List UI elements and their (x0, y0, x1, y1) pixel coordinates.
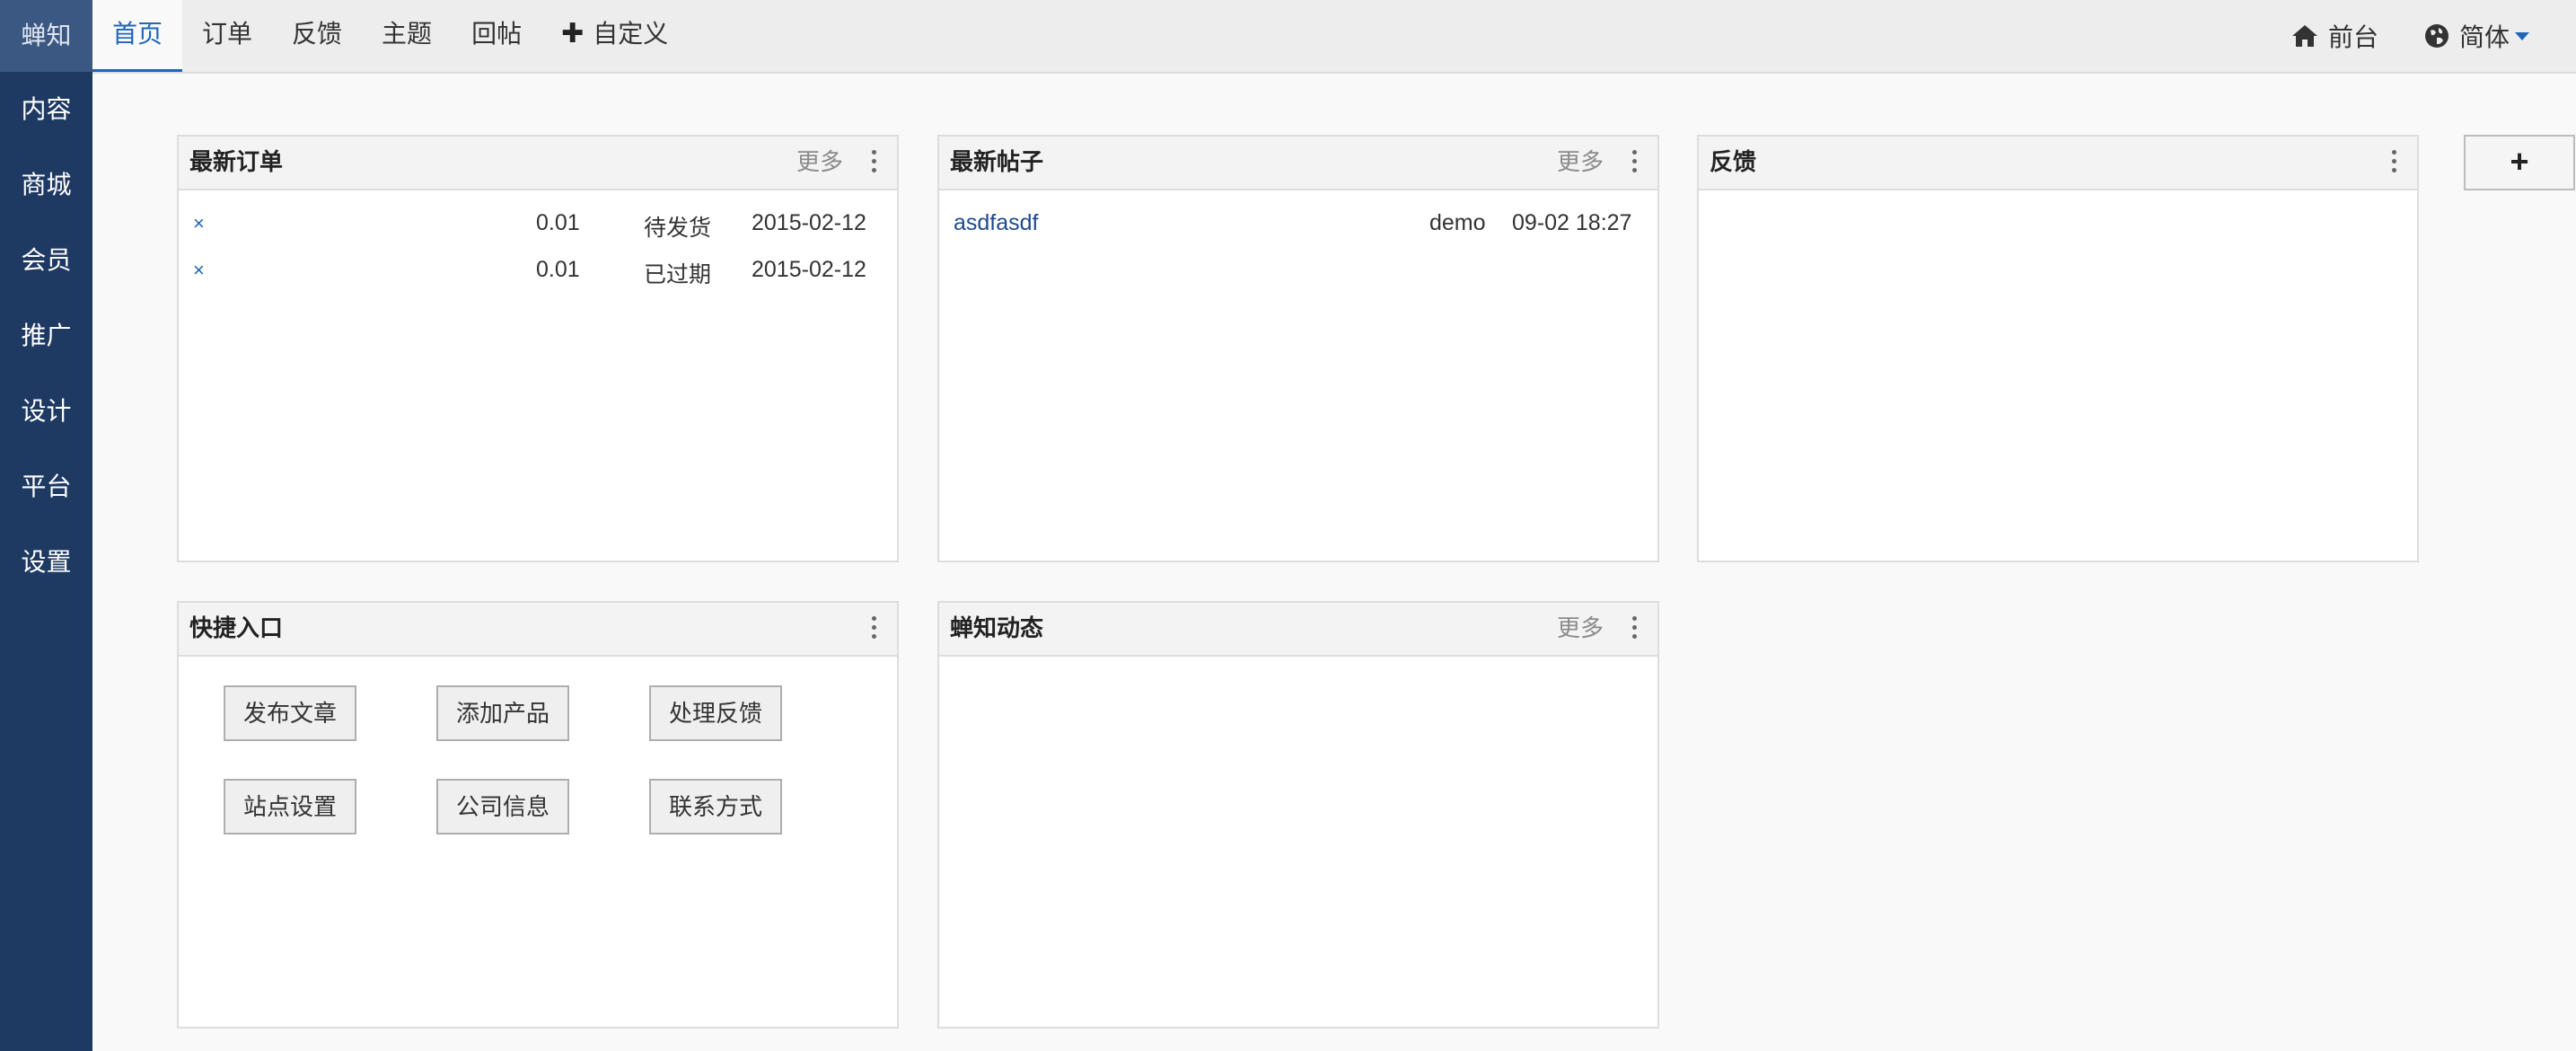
panel-header: 蝉知动态 更多 (939, 603, 1657, 657)
order-date: 2015-02-12 (752, 257, 866, 282)
home-icon (2291, 25, 2317, 47)
plus-icon: ✚ (561, 19, 585, 49)
news-panel: 蝉知动态 更多 (937, 601, 1659, 1029)
caret-down-icon (2515, 31, 2529, 40)
panel-header: 最新订单 更多 (179, 137, 897, 190)
panel-header: 最新帖子 更多 (939, 137, 1657, 190)
order-amount: 0.01 (536, 257, 580, 282)
panel-title: 快捷入口 (189, 614, 284, 641)
frontend-link[interactable]: 前台 (2290, 18, 2378, 54)
panel-title: 反馈 (1710, 148, 1757, 175)
post-title-link[interactable]: asdfasdf (954, 210, 1039, 236)
latest-orders-panel: 最新订单 更多 × 0.01 待发货 2015-02-12 × 0.01 已过期… (177, 135, 899, 562)
sidebar-item-shop[interactable]: 商城 (0, 147, 92, 223)
post-list: asdfasdf demo 09-02 18:27 (939, 190, 1657, 248)
sidebar: 蝉知 内容 商城 会员 推广 设计 平台 设置 (0, 0, 92, 1051)
order-row: × 0.01 待发货 2015-02-12 (179, 201, 897, 248)
contact-info-button[interactable]: 联系方式 (649, 779, 782, 835)
panel-title: 蝉知动态 (950, 614, 1044, 641)
site-settings-button[interactable]: 站点设置 (224, 779, 356, 835)
panel-header: 快捷入口 (179, 603, 897, 657)
order-status: 已过期 (644, 262, 712, 287)
sidebar-item-content[interactable]: 内容 (0, 72, 92, 147)
sidebar-item-platform[interactable]: 平台 (0, 449, 92, 525)
latest-posts-panel: 最新帖子 更多 asdfasdf demo 09-02 18:27 (937, 135, 1659, 562)
add-widget-button[interactable]: + (2464, 135, 2575, 190)
top-navbar: 首页 订单 反馈 主题 回帖 ✚ 自定义 前台 简体 (92, 0, 2576, 74)
kebab-menu-icon[interactable] (1632, 150, 1638, 175)
feedback-panel: 反馈 (1697, 135, 2419, 562)
top-nav-tabs: 首页 订单 反馈 主题 回帖 ✚ 自定义 (92, 0, 688, 72)
kebab-menu-icon[interactable] (872, 150, 877, 175)
post-time: 09-02 18:27 (1512, 210, 1632, 235)
shortcuts-panel: 快捷入口 发布文章 添加产品 处理反馈 站点设置 公司信息 联系方式 (177, 601, 899, 1029)
order-date: 2015-02-12 (752, 210, 866, 235)
top-right-links: 前台 简体 (2246, 0, 2529, 72)
remove-icon[interactable]: × (193, 212, 205, 235)
panel-header: 反馈 (1699, 137, 2417, 190)
sidebar-item-promotion[interactable]: 推广 (0, 298, 92, 374)
order-amount: 0.01 (536, 210, 580, 235)
panel-title: 最新订单 (189, 148, 284, 175)
tab-orders[interactable]: 订单 (182, 0, 272, 72)
brand-logo[interactable]: 蝉知 (0, 0, 92, 72)
kebab-menu-icon[interactable] (1632, 616, 1638, 641)
remove-icon[interactable]: × (193, 259, 205, 282)
tab-customize-label: 自定义 (593, 20, 669, 48)
post-author: demo (1429, 210, 1486, 235)
globe-icon (2424, 24, 2449, 48)
tab-feedback[interactable]: 反馈 (272, 0, 362, 72)
order-list: × 0.01 待发货 2015-02-12 × 0.01 已过期 2015-02… (179, 190, 897, 295)
tab-home[interactable]: 首页 (92, 0, 183, 72)
tab-replies[interactable]: 回帖 (452, 0, 541, 72)
more-link[interactable]: 更多 (1557, 137, 1604, 187)
panel-title: 最新帖子 (950, 148, 1044, 175)
language-dropdown[interactable]: 简体 (2423, 18, 2529, 54)
handle-feedback-button[interactable]: 处理反馈 (649, 685, 782, 741)
publish-article-button[interactable]: 发布文章 (224, 685, 356, 741)
sidebar-item-members[interactable]: 会员 (0, 223, 92, 298)
tab-customize[interactable]: ✚ 自定义 (541, 0, 688, 72)
company-info-button[interactable]: 公司信息 (436, 779, 569, 835)
order-row: × 0.01 已过期 2015-02-12 (179, 248, 897, 295)
kebab-menu-icon[interactable] (2392, 150, 2397, 175)
kebab-menu-icon[interactable] (872, 616, 877, 641)
more-link[interactable]: 更多 (1557, 603, 1604, 653)
order-status: 待发货 (644, 216, 712, 241)
language-label: 简体 (2458, 23, 2510, 51)
sidebar-item-settings[interactable]: 设置 (0, 525, 92, 600)
post-row: asdfasdf demo 09-02 18:27 (939, 201, 1657, 248)
tab-threads[interactable]: 主题 (362, 0, 452, 72)
more-link[interactable]: 更多 (796, 137, 843, 187)
frontend-label: 前台 (2327, 23, 2378, 51)
sidebar-item-design[interactable]: 设计 (0, 374, 92, 449)
add-product-button[interactable]: 添加产品 (436, 685, 569, 741)
